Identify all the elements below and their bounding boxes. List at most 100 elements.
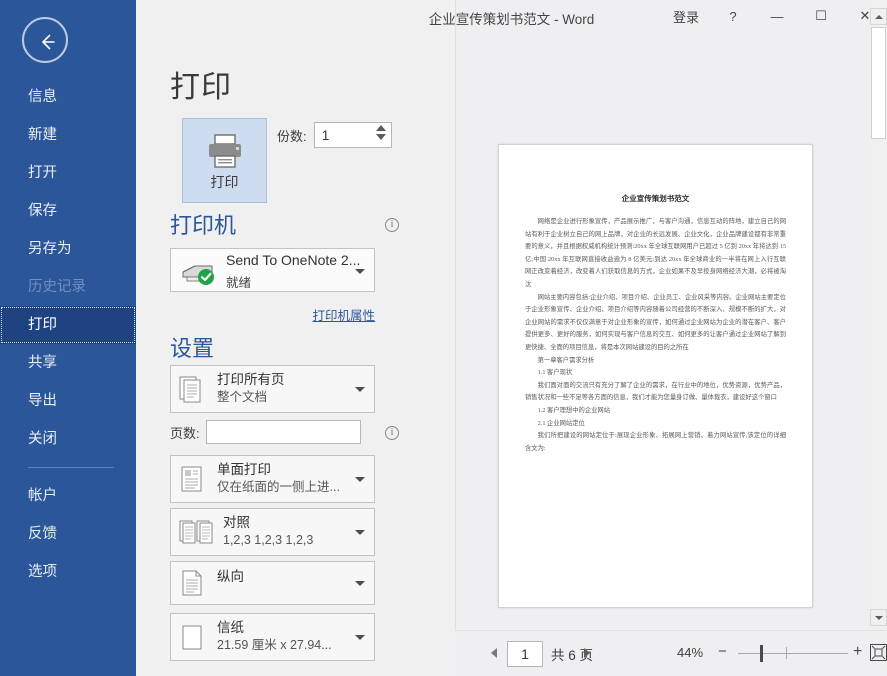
pages-label: 页数:	[170, 425, 200, 441]
sidebar-item-label: 历史记录	[28, 279, 86, 295]
printer-name: Send To OneNote 2...	[226, 252, 361, 268]
copies-input[interactable]	[314, 123, 373, 147]
preview-document-title: 企业宣传策划书范文	[621, 194, 690, 203]
sidebar-item-label: 关闭	[28, 431, 57, 447]
sidebar-item-label: 另存为	[28, 241, 72, 257]
maximize-button[interactable]: ☐	[799, 0, 843, 32]
chevron-down-icon	[355, 387, 365, 392]
zoom-slider-track[interactable]	[738, 653, 848, 654]
document-pages-icon	[179, 376, 201, 403]
sidebar-item-export[interactable]: 导出	[0, 382, 136, 420]
preview-paragraph: 2.1 企业网站定位	[537, 419, 585, 427]
zoom-in-button[interactable]: +	[853, 644, 862, 660]
copies-stepper[interactable]	[313, 122, 392, 148]
print-sides-primary: 单面打印	[217, 462, 271, 477]
sidebar-item-history: 历史记录	[0, 268, 136, 306]
sidebar-item-open[interactable]: 打开	[0, 154, 136, 192]
sidebar-divider	[28, 467, 114, 468]
sidebar-item-label: 选项	[28, 564, 57, 580]
sidebar-item-label: 反馈	[28, 526, 57, 542]
copies-decrement-icon[interactable]	[375, 134, 386, 140]
pages-input[interactable]	[205, 420, 361, 444]
sidebar-item-label: 导出	[28, 393, 57, 409]
printer-section-title: 打印机	[170, 213, 237, 238]
page-number-input[interactable]	[508, 642, 542, 666]
print-preview-area: 企业宣传策划书范文 网络是企业进行形象宣传，产品展示推广，与客户沟通，信息互动的…	[455, 0, 887, 676]
fit-to-page-button[interactable]	[870, 644, 887, 661]
chevron-down-icon	[355, 269, 365, 274]
paper-icon	[182, 625, 202, 650]
chevron-down-icon	[355, 477, 365, 482]
orientation-primary: 纵向	[217, 569, 244, 584]
sidebar-item-save[interactable]: 保存	[0, 192, 136, 230]
printer-status: 就绪	[226, 276, 252, 290]
printer-properties-link[interactable]: 打印机属性	[312, 305, 375, 324]
sidebar-item-print[interactable]: 打印	[0, 306, 136, 344]
collate-icon	[179, 520, 213, 544]
sidebar-item-label: 保存	[28, 203, 57, 219]
sidebar-item-label: 新建	[28, 127, 57, 143]
print-sides-select[interactable]: 单面打印 仅在纸面的一侧上进...	[170, 455, 375, 503]
zoom-slider-midpoint	[786, 647, 787, 659]
preview-paragraph: 网络是企业进行形象宣传，产品展示推广，与客户沟通，信息互动的阵地，建立自己的网站…	[525, 218, 786, 288]
backstage-nav-list: 信息 新建 打开 保存 另存为 历史记录 打印 共享 导出 关闭 帐户 反馈 选…	[0, 78, 136, 591]
backstage-sidebar: 信息 新建 打开 保存 另存为 历史记录 打印 共享 导出 关闭 帐户 反馈 选…	[0, 0, 136, 676]
chevron-down-icon	[355, 581, 365, 586]
collation-select[interactable]: 对照 1,2,3 1,2,3 1,2,3	[170, 508, 375, 556]
sidebar-item-info[interactable]: 信息	[0, 78, 136, 116]
word-backstage-print-screen: 信息 新建 打开 保存 另存为 历史记录 打印 共享 导出 关闭 帐户 反馈 选…	[0, 0, 887, 676]
printer-info-icon[interactable]: i	[385, 218, 399, 232]
print-button[interactable]: 打印	[182, 118, 267, 203]
back-button[interactable]	[22, 17, 68, 63]
sidebar-item-feedback[interactable]: 反馈	[0, 515, 136, 553]
preview-scroll-down-button[interactable]	[870, 609, 887, 626]
sidebar-item-options[interactable]: 选项	[0, 553, 136, 591]
fit-to-page-icon	[870, 644, 887, 661]
minimize-button[interactable]: —	[755, 0, 799, 32]
preview-paragraph: 1.2 客户理想中的企业网站	[537, 406, 611, 414]
print-sides-secondary: 仅在纸面的一侧上进...	[217, 480, 340, 494]
sidebar-item-account[interactable]: 帐户	[0, 477, 136, 515]
page-title: 打印	[170, 71, 232, 104]
preview-paragraph: 网站主要内容包括:企业介绍、项目介绍、企业员工、企业风采等内容。企业网站主要定位…	[525, 293, 786, 351]
chevron-down-icon	[355, 530, 365, 535]
settings-section-title: 设置	[170, 336, 215, 361]
close-button[interactable]: ✕	[843, 0, 887, 32]
print-settings-pane: 打印 打印 份数: 打印机 i	[136, 0, 557, 676]
sidebar-item-close[interactable]: 关闭	[0, 420, 136, 458]
copies-increment-icon[interactable]	[375, 125, 386, 131]
previous-page-button[interactable]	[491, 648, 497, 658]
back-arrow-icon	[42, 34, 55, 50]
title-bar: 企业宣传策划书范文 - Word 登录 ? — ☐ ✕	[136, 0, 887, 32]
preview-status-bar: 共 6 页 44% − +	[455, 630, 887, 676]
sidebar-item-label: 共享	[28, 355, 57, 371]
preview-paragraph: 1.1 客户现状	[537, 369, 573, 377]
next-page-button[interactable]	[584, 648, 590, 658]
sign-in-button[interactable]: 登录	[661, 0, 711, 32]
zoom-out-button[interactable]: −	[718, 644, 727, 659]
paper-size-primary: 信纸	[217, 620, 244, 635]
zoom-level-label: 44%	[677, 645, 704, 660]
pages-info-icon[interactable]: i	[385, 426, 399, 440]
sidebar-item-label: 打开	[28, 165, 57, 181]
sidebar-item-share[interactable]: 共享	[0, 344, 136, 382]
sidebar-item-label: 信息	[28, 89, 57, 105]
printer-icon	[208, 134, 241, 168]
copies-label: 份数:	[277, 128, 307, 144]
sidebar-item-new[interactable]: 新建	[0, 116, 136, 154]
zoom-slider-thumb[interactable]	[760, 645, 763, 662]
help-button[interactable]: ?	[711, 0, 755, 32]
orientation-select[interactable]: 纵向	[170, 561, 375, 605]
one-sided-icon	[181, 466, 202, 492]
sidebar-item-save-as[interactable]: 另存为	[0, 230, 136, 268]
document-preview-page[interactable]: 企业宣传策划书范文 网络是企业进行形象宣传，产品展示推广，与客户沟通，信息互动的…	[498, 144, 813, 608]
copies-spin-arrows	[375, 125, 386, 140]
paper-size-select[interactable]: 信纸 21.59 厘米 x 27.94...	[170, 613, 375, 661]
print-range-select[interactable]: 打印所有页 整个文档	[170, 365, 375, 413]
sidebar-item-label: 帐户	[28, 488, 57, 504]
preview-scrollbar[interactable]	[870, 0, 887, 628]
preview-scrollbar-thumb[interactable]	[871, 27, 886, 139]
preview-document-body: 网络是企业进行形象宣传，产品展示推广，与客户沟通，信息互动的阵地，建立自己的网站…	[499, 216, 812, 455]
page-number-field[interactable]	[507, 641, 543, 667]
printer-select[interactable]: Send To OneNote 2... 就绪	[170, 248, 375, 292]
